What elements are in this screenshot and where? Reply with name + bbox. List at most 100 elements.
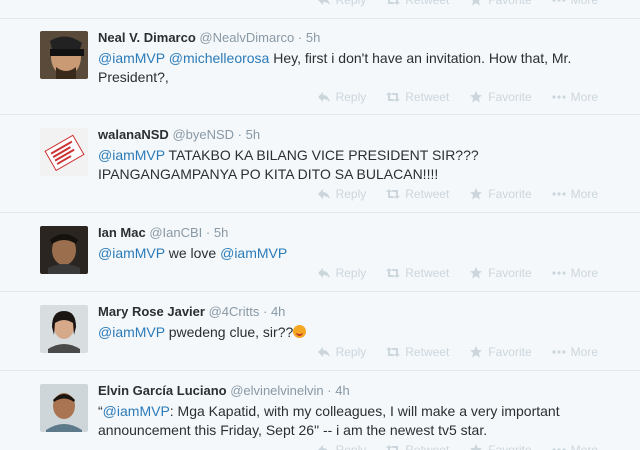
reply-icon (317, 347, 330, 357)
favorite-button[interactable]: Favorite (469, 0, 532, 7)
reply-button[interactable]: Reply (317, 345, 366, 359)
mention-link[interactable]: @iamMVP (98, 324, 165, 340)
reply-icon (317, 268, 330, 278)
tweet-item[interactable]: Mary Rose Javier @4Critts · 4h @iamMVP p… (0, 293, 640, 371)
tweet-fullname[interactable]: Mary Rose Javier (98, 304, 205, 319)
mention-link[interactable]: @iamMVP (220, 245, 287, 261)
tweet-fullname[interactable]: Neal V. Dimarco (98, 30, 196, 45)
reply-button[interactable]: Reply (317, 90, 366, 104)
more-dots-icon (552, 192, 566, 196)
reply-icon (317, 189, 330, 199)
favorite-button[interactable]: Favorite (469, 90, 532, 104)
mention-link[interactable]: @iamMVP (103, 403, 170, 419)
retweet-button[interactable]: Retweet (386, 187, 449, 201)
tweet-text: “@iamMVP: Mga Kapatid, with my colleague… (98, 402, 620, 440)
reply-button[interactable]: Reply (317, 443, 366, 450)
retweet-icon (386, 189, 401, 199)
tweet-fullname[interactable]: Elvin García Luciano (98, 383, 227, 398)
retweet-icon (386, 445, 399, 450)
separator-dot: · (237, 127, 243, 142)
avatar[interactable] (40, 384, 88, 432)
separator-dot: · (327, 383, 332, 398)
tweet-actions: Reply Retweet Favorite More (317, 344, 598, 360)
avatar[interactable] (40, 226, 88, 274)
favorite-button[interactable]: Favorite (469, 443, 532, 450)
tweet-item[interactable]: walanaNSD @byeNSD · 5h @iamMVP TATAKBO K… (0, 116, 640, 213)
avatar-image (40, 128, 88, 176)
mention-link[interactable]: @michelleorosa (169, 50, 270, 66)
tweet-actions: Reply Retweet Favorite More (317, 89, 598, 105)
avatar-image (40, 305, 88, 353)
tweet-item[interactable]: Elvin García Luciano @elvinelvinelvin · … (0, 372, 640, 450)
reply-icon (317, 0, 330, 5)
retweet-icon (386, 347, 401, 357)
tweet-timestamp[interactable]: 4h (271, 304, 285, 319)
reply-icon (317, 92, 330, 102)
retweet-button[interactable]: Retweet (386, 0, 449, 7)
star-icon (470, 444, 483, 450)
more-dots-icon (552, 350, 566, 354)
tweet-actions: Reply Retweet Favorite More (317, 265, 598, 281)
tweet-username[interactable]: @elvinelvinelvin (230, 383, 323, 398)
more-dots-icon (552, 448, 566, 450)
tweet-fullname[interactable]: walanaNSD (98, 127, 169, 142)
more-dots-icon (552, 271, 566, 275)
tweet-item[interactable]: Neal V. Dimarco @NealvDimarco · 5h @iamM… (0, 19, 640, 115)
avatar[interactable] (40, 128, 88, 176)
more-button[interactable]: More (552, 443, 598, 450)
favorite-button[interactable]: Favorite (469, 345, 532, 359)
star-icon (470, 91, 483, 103)
more-dots-icon (552, 95, 566, 99)
star-icon (470, 188, 483, 200)
tweet-timestamp[interactable]: 4h (335, 383, 349, 398)
retweet-button[interactable]: Retweet (386, 443, 449, 450)
tweet-username[interactable]: @4Critts (209, 304, 260, 319)
avatar[interactable] (40, 305, 88, 353)
retweet-button[interactable]: Retweet (386, 266, 449, 280)
tweet-username[interactable]: @IanCBI (149, 225, 202, 240)
more-button[interactable]: More (552, 90, 598, 104)
retweet-button[interactable]: Retweet (386, 90, 449, 104)
retweet-icon (388, 0, 401, 5)
avatar-image (40, 384, 88, 432)
star-icon (470, 267, 483, 279)
avatar[interactable] (40, 31, 88, 79)
more-button[interactable]: More (552, 266, 598, 280)
more-button[interactable]: More (552, 345, 598, 359)
more-button[interactable]: More (552, 0, 598, 7)
separator-dot: · (262, 304, 268, 319)
tweet-timestamp[interactable]: 5h (306, 30, 320, 45)
tweet-actions: Reply Retweet Favorite More (317, 186, 598, 202)
tweet-fullname[interactable]: Ian Mac (98, 225, 146, 240)
favorite-button[interactable]: Favorite (469, 266, 532, 280)
tweet-timestamp[interactable]: 5h (246, 127, 260, 142)
mention-link[interactable]: @iamMVP (98, 245, 165, 261)
reply-button[interactable]: Reply (317, 266, 366, 280)
tweet-item[interactable]: Ian Mac @IanCBI · 5h @iamMVP we love @ia… (0, 214, 640, 292)
tweet-text: @iamMVP @michelleorosa Hey, first i don'… (98, 49, 620, 87)
more-dots-icon (552, 0, 566, 2)
tweet-actions: Reply Retweet Favorite More (317, 442, 598, 450)
tweet-timestamp[interactable]: 5h (214, 225, 228, 240)
favorite-button[interactable]: Favorite (469, 187, 532, 201)
mention-link[interactable]: @iamMVP (98, 147, 165, 163)
tweet-username[interactable]: @NealvDimarco (199, 30, 294, 45)
mention-link[interactable]: @iamMVP (98, 50, 165, 66)
tweet-username[interactable]: @byeNSD (172, 127, 234, 142)
more-button[interactable]: More (552, 187, 598, 201)
separator-dot: · (297, 30, 303, 45)
reply-button[interactable]: Reply (317, 0, 366, 7)
previous-tweet-actions: Reply Retweet Favorite More (317, 0, 598, 8)
star-icon (472, 0, 481, 6)
reply-icon (317, 445, 328, 450)
reply-button[interactable]: Reply (317, 187, 366, 201)
tweet-body: pwedeng clue, sir?? (164, 324, 294, 340)
tweet-text: @iamMVP we love @iamMVP (98, 244, 620, 263)
tweet-stream: Reply Retweet Favorite More Neal V. Dima… (0, 0, 640, 450)
avatar-image (40, 226, 88, 274)
tweet-text: @iamMVP pwedeng clue, sir?? (98, 323, 620, 342)
separator-dot: · (205, 225, 211, 240)
star-icon (470, 346, 483, 358)
retweet-button[interactable]: Retweet (386, 345, 449, 359)
retweet-icon (386, 268, 401, 278)
